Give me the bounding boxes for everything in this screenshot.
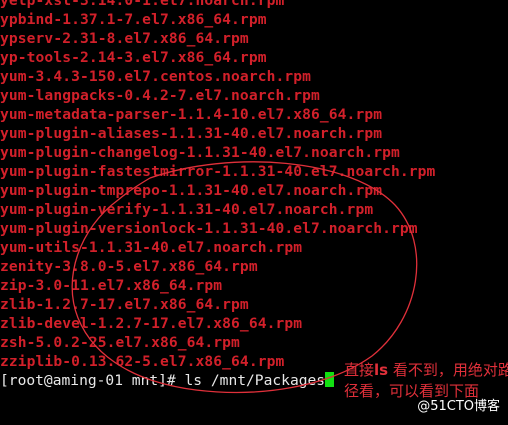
- file-listing-line: zsh-5.0.2-25.el7.x86_64.rpm: [0, 334, 240, 351]
- file-listing-line: zlib-1.2.7-17.el7.x86_64.rpm: [0, 296, 249, 313]
- terminal-output: yelp-xsl-3.14.0-1.el7.noarch.rpm ypbind-…: [0, 0, 435, 390]
- annotation-note: 直接ls 看不到，用绝对路径看，可以看到下面: [344, 360, 508, 402]
- file-listing-line: zip-3.0-11.el7.x86_64.rpm: [0, 277, 223, 294]
- file-listing-line: yum-3.4.3-150.el7.centos.noarch.rpm: [0, 68, 312, 85]
- file-listing-line: ypbind-1.37.1-7.el7.x86_64.rpm: [0, 11, 267, 28]
- file-listing-line: ypserv-2.31-8.el7.x86_64.rpm: [0, 30, 249, 47]
- file-listing-line: yelp-xsl-3.14.0-1.el7.noarch.rpm: [0, 0, 285, 9]
- file-listing-line: yum-plugin-verify-1.1.31-40.el7.noarch.r…: [0, 201, 374, 218]
- file-listing-line: yum-plugin-aliases-1.1.31-40.el7.noarch.…: [0, 125, 383, 142]
- file-listing-line: yum-plugin-fastestmirror-1.1.31-40.el7.n…: [0, 163, 436, 180]
- file-listing-line: yp-tools-2.14-3.el7.x86_64.rpm: [0, 49, 267, 66]
- file-listing-line: yum-utils-1.1.31-40.el7.noarch.rpm: [0, 239, 303, 256]
- file-listing-line: yum-langpacks-0.4.2-7.el7.noarch.rpm: [0, 87, 320, 104]
- file-listing-line: yum-plugin-changelog-1.1.31-40.el7.noarc…: [0, 144, 400, 161]
- shell-prompt: [root@aming-01 mnt]# ls /mnt/Packages: [0, 372, 326, 389]
- file-listing-line: yum-plugin-tmprepo-1.1.31-40.el7.noarch.…: [0, 182, 383, 199]
- terminal-window[interactable]: yelp-xsl-3.14.0-1.el7.noarch.rpm ypbind-…: [0, 0, 508, 425]
- file-listing-line: yum-metadata-parser-1.1.4-10.el7.x86_64.…: [0, 106, 383, 123]
- file-listing-line: zenity-3.8.0-5.el7.x86_64.rpm: [0, 258, 258, 275]
- file-listing-line: yum-plugin-versionlock-1.1.31-40.el7.noa…: [0, 220, 418, 237]
- watermark: @51CTO博客: [417, 399, 500, 414]
- annotation-text-ls: ls: [374, 361, 389, 379]
- file-listing-line: zlib-devel-1.2.7-17.el7.x86_64.rpm: [0, 315, 303, 332]
- text-cursor: [325, 372, 335, 387]
- annotation-text-before: 直接: [344, 361, 375, 379]
